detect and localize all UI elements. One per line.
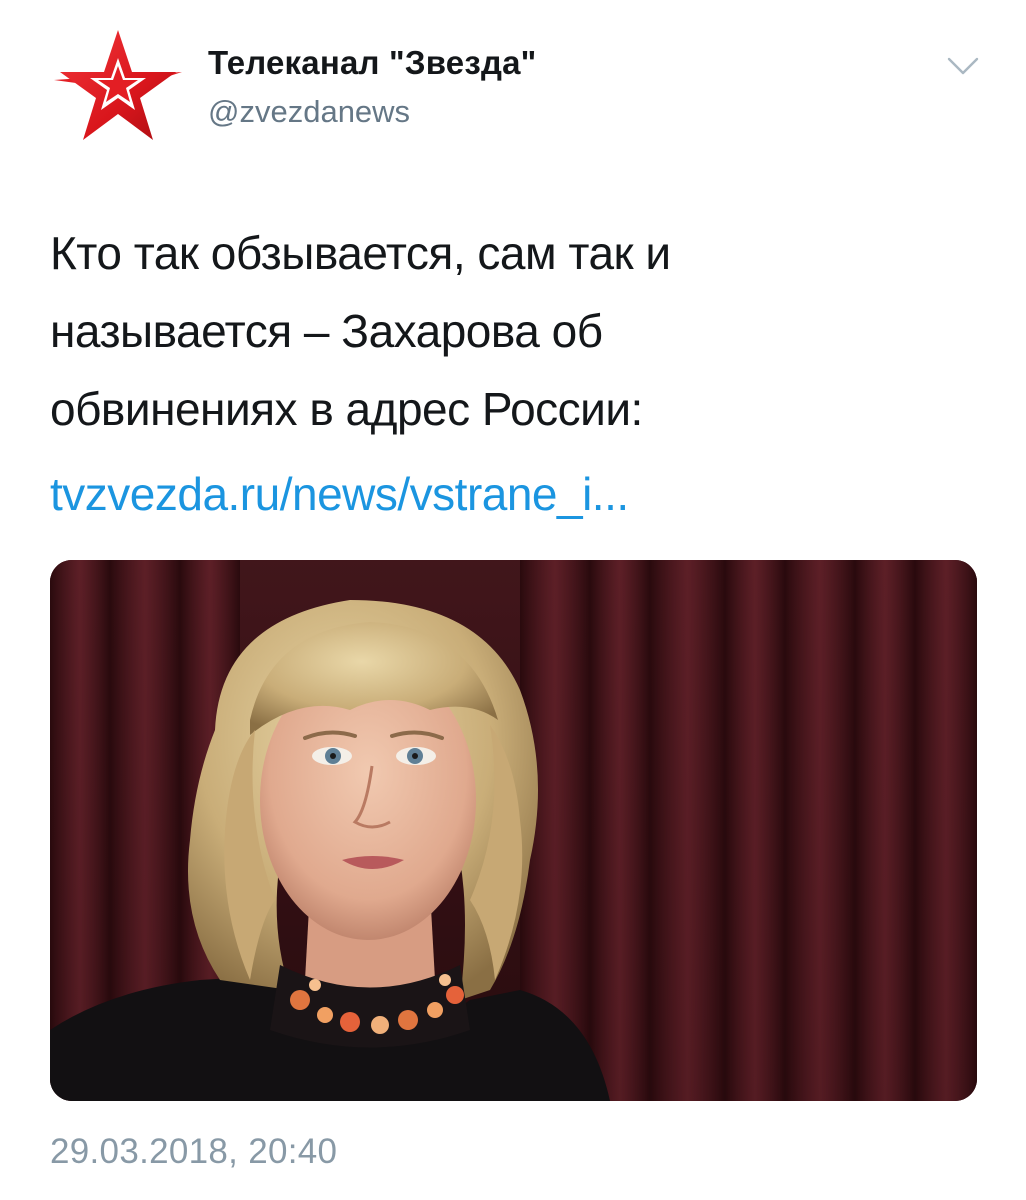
tweet-card: Телеканал "Звезда" @zvezdanews Кто так о… [0, 0, 1026, 1200]
tweet-media-image[interactable] [50, 560, 977, 1101]
tweet-text: Кто так обзывается, сам так и называется… [50, 214, 950, 448]
tweet-text-line: называется – Захарова об [50, 305, 603, 357]
tweet-text-line: Кто так обзывается, сам так и [50, 227, 671, 279]
tweet-menu-button[interactable] [946, 54, 980, 78]
tweet-timestamp[interactable]: 29.03.2018, 20:40 [50, 1132, 337, 1172]
zvezda-star-logo-icon [54, 30, 182, 140]
chevron-down-icon [947, 57, 979, 75]
author-name[interactable]: Телеканал "Звезда" [208, 44, 537, 82]
author-handle[interactable]: @zvezdanews [208, 94, 410, 130]
author-avatar[interactable] [52, 28, 184, 150]
tweet-text-line: обвинениях в адрес России: [50, 383, 643, 435]
tweet-link[interactable]: tvzvezda.ru/news/vstrane_i... [50, 455, 629, 533]
portrait-photo [50, 560, 977, 1101]
